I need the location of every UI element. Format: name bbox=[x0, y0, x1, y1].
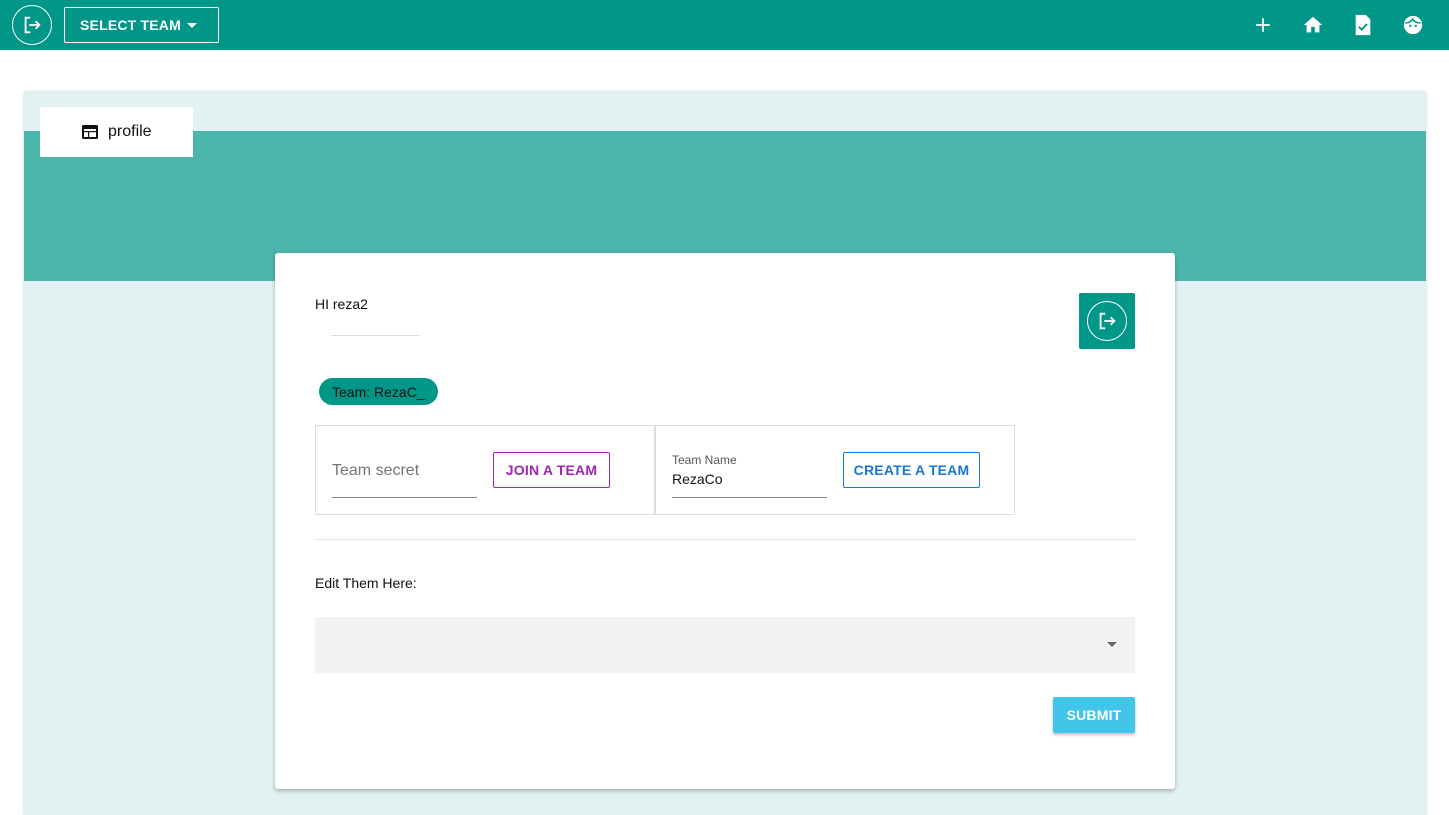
select-team-label: SELECT TEAM bbox=[80, 17, 181, 33]
task-document-icon bbox=[1355, 14, 1371, 36]
tab-profile-label: profile bbox=[108, 123, 152, 140]
logout-icon bbox=[1099, 312, 1116, 330]
add-icon bbox=[1256, 18, 1270, 32]
divider bbox=[331, 335, 420, 336]
join-team-button[interactable]: JOIN A TEAM bbox=[493, 452, 610, 488]
edit-select[interactable] bbox=[315, 617, 1135, 673]
edit-label: Edit Them Here: bbox=[315, 575, 417, 591]
app-bar: SELECT TEAM bbox=[0, 0, 1449, 50]
add-button[interactable] bbox=[1251, 13, 1275, 37]
team-name-label: Team Name bbox=[672, 453, 737, 467]
chevron-down-icon bbox=[187, 23, 197, 28]
join-team-section: Team secret JOIN A TEAM bbox=[315, 425, 655, 515]
team-chip[interactable]: Team: RezaC_ bbox=[319, 378, 438, 405]
tab-profile[interactable]: profile bbox=[40, 107, 193, 157]
face-icon bbox=[1403, 15, 1423, 35]
team-name-input[interactable]: Team Name RezaCo bbox=[672, 450, 827, 498]
section-divider bbox=[315, 539, 1135, 540]
create-team-button[interactable]: CREATE A TEAM bbox=[843, 452, 980, 488]
submit-button[interactable]: SUBMIT bbox=[1053, 697, 1135, 733]
logout-icon-ring bbox=[1087, 301, 1127, 341]
create-team-section: Team Name RezaCo CREATE A TEAM bbox=[655, 425, 1015, 515]
home-icon bbox=[1303, 16, 1323, 33]
card-logout-button[interactable] bbox=[1079, 293, 1135, 349]
profile-card: HI reza2 Team: RezaC_ Team secret JOIN A… bbox=[275, 253, 1175, 789]
home-button[interactable] bbox=[1301, 13, 1325, 37]
select-team-dropdown[interactable]: SELECT TEAM bbox=[64, 7, 219, 43]
profile-button[interactable] bbox=[1401, 13, 1425, 37]
team-name-value: RezaCo bbox=[672, 471, 723, 487]
team-secret-placeholder: Team secret bbox=[332, 462, 420, 479]
logout-icon bbox=[24, 16, 41, 34]
team-secret-input[interactable]: Team secret bbox=[332, 450, 477, 498]
web-icon bbox=[82, 125, 98, 139]
chevron-down-icon bbox=[1107, 642, 1117, 647]
greeting-text: HI reza2 bbox=[315, 296, 368, 312]
logout-button[interactable] bbox=[12, 5, 52, 45]
tasks-button[interactable] bbox=[1351, 13, 1375, 37]
